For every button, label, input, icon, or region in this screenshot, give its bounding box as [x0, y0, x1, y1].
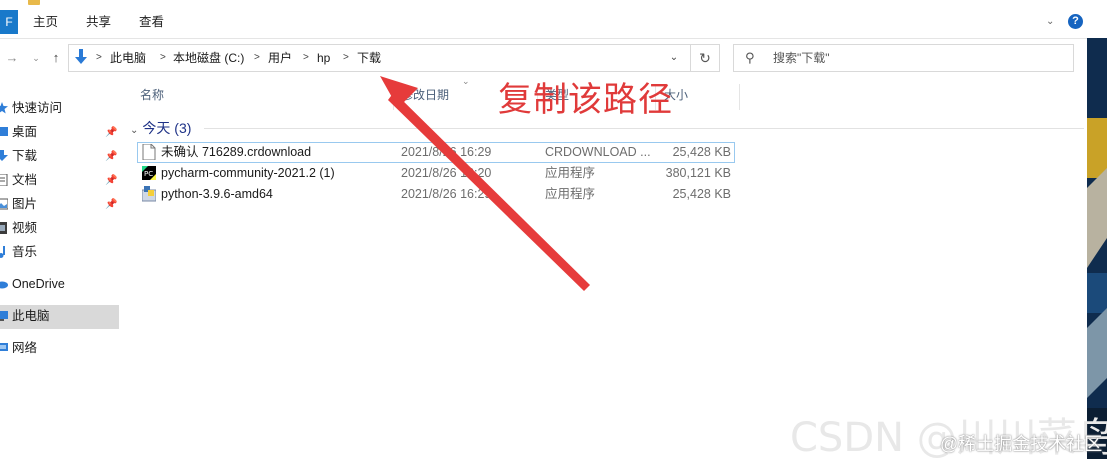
folder-icon	[28, 0, 40, 5]
search-input[interactable]: 搜索"下载"	[773, 50, 830, 66]
breadcrumb-separator: >	[254, 52, 260, 63]
download-icon	[0, 150, 8, 161]
sidebar-item-label: 网络	[12, 341, 38, 355]
group-header-today[interactable]: ⌄ 今天 (3)	[130, 118, 191, 138]
annotation-text: 复制该路径	[498, 80, 673, 120]
pycharm-icon: PC	[142, 166, 156, 180]
sidebar-item-label: 文档	[12, 173, 38, 187]
help-icon[interactable]: ?	[1068, 14, 1083, 29]
tab-home[interactable]: 主页	[33, 10, 58, 34]
sidebar-item-downloads[interactable]: 下载	[0, 145, 37, 167]
recent-locations-icon[interactable]: ⌄	[28, 50, 44, 66]
file-tab[interactable]: F	[0, 10, 18, 34]
column-header-name[interactable]: 名称	[140, 86, 164, 104]
download-arrow-icon	[75, 49, 87, 64]
breadcrumb-separator: >	[160, 52, 166, 63]
breadcrumb-this-pc[interactable]: 此电脑	[110, 50, 146, 66]
breadcrumb-hp[interactable]: hp	[317, 50, 330, 66]
music-icon	[0, 246, 5, 258]
sidebar-item-videos[interactable]: 视频	[0, 217, 37, 239]
file-name[interactable]: python-3.9.6-amd64	[161, 184, 393, 205]
breadcrumb-separator: >	[96, 52, 102, 63]
group-divider	[204, 128, 1084, 129]
up-arrow-icon[interactable]: ↑	[48, 50, 64, 66]
document-icon	[0, 174, 8, 186]
tab-share[interactable]: 共享	[86, 10, 111, 34]
breadcrumb-separator: >	[343, 52, 349, 63]
chevron-down-icon[interactable]: ⌄	[1046, 16, 1056, 27]
chevron-down-icon[interactable]: ⌄	[130, 125, 138, 136]
svg-text:PC: PC	[144, 170, 153, 178]
tab-view[interactable]: 查看	[139, 10, 164, 34]
sidebar-item-label: 图片	[12, 197, 38, 211]
sidebar-item-label: 下载	[12, 149, 38, 163]
back-arrow-icon[interactable]: →	[4, 50, 20, 66]
pin-icon[interactable]: 📌	[105, 151, 117, 163]
blank-file-icon	[142, 144, 156, 160]
desktop-background-strip	[1087, 38, 1107, 459]
sidebar-item-label: 视频	[12, 221, 38, 235]
file-name[interactable]: 未确认 716289.crdownload	[161, 142, 393, 163]
star-icon	[0, 102, 8, 114]
sidebar-item-this-pc[interactable]: 此电脑	[0, 305, 50, 327]
watermark-juejin: @稀土掘金技术社区	[940, 434, 1103, 454]
sidebar-item-label: 快速访问	[12, 101, 63, 115]
sidebar-item-label: 此电脑	[12, 309, 50, 323]
pin-icon[interactable]: 📌	[105, 199, 117, 211]
breadcrumb-separator: >	[303, 52, 309, 63]
sidebar-item-label: 音乐	[12, 245, 38, 259]
python-installer-icon	[142, 186, 156, 202]
network-icon	[0, 343, 8, 351]
sidebar-item-quick-access[interactable]: 快速访问	[0, 97, 62, 119]
sidebar-item-music[interactable]: 音乐	[0, 241, 37, 263]
pin-icon[interactable]: 📌	[105, 127, 117, 139]
sidebar-item-documents[interactable]: 文档	[0, 169, 37, 191]
pin-icon[interactable]: 📌	[105, 175, 117, 187]
sidebar-item-network[interactable]: 网络	[0, 337, 37, 359]
file-size: 380,121 KB	[665, 166, 731, 180]
breadcrumb-users[interactable]: 用户	[268, 50, 292, 66]
sidebar-item-label: 桌面	[12, 125, 38, 139]
search-icon: ⚲	[745, 50, 755, 65]
sidebar-item-onedrive[interactable]: OneDrive	[0, 273, 65, 295]
sidebar-item-desktop[interactable]: 桌面	[0, 121, 37, 143]
computer-icon	[0, 311, 8, 321]
breadcrumb-local-disk[interactable]: 本地磁盘 (C:)	[173, 50, 244, 66]
column-divider[interactable]	[739, 84, 740, 110]
title-bar	[0, 0, 1087, 8]
sidebar-item-pictures[interactable]: 图片	[0, 193, 37, 215]
breadcrumb-downloads[interactable]: 下载	[357, 50, 381, 66]
cloud-icon	[0, 281, 8, 289]
sidebar-item-label: OneDrive	[12, 277, 65, 291]
file-size: 25,428 KB	[672, 145, 731, 159]
file-size: 25,428 KB	[672, 187, 731, 201]
video-icon	[0, 222, 7, 234]
picture-icon	[0, 198, 8, 210]
address-dropdown-icon[interactable]: ⌄	[667, 50, 681, 66]
group-label: 今天 (3)	[142, 120, 192, 136]
file-name[interactable]: pycharm-community-2021.2 (1)	[161, 163, 393, 184]
desktop-icon	[0, 127, 8, 136]
refresh-icon[interactable]: ↻	[697, 49, 713, 67]
